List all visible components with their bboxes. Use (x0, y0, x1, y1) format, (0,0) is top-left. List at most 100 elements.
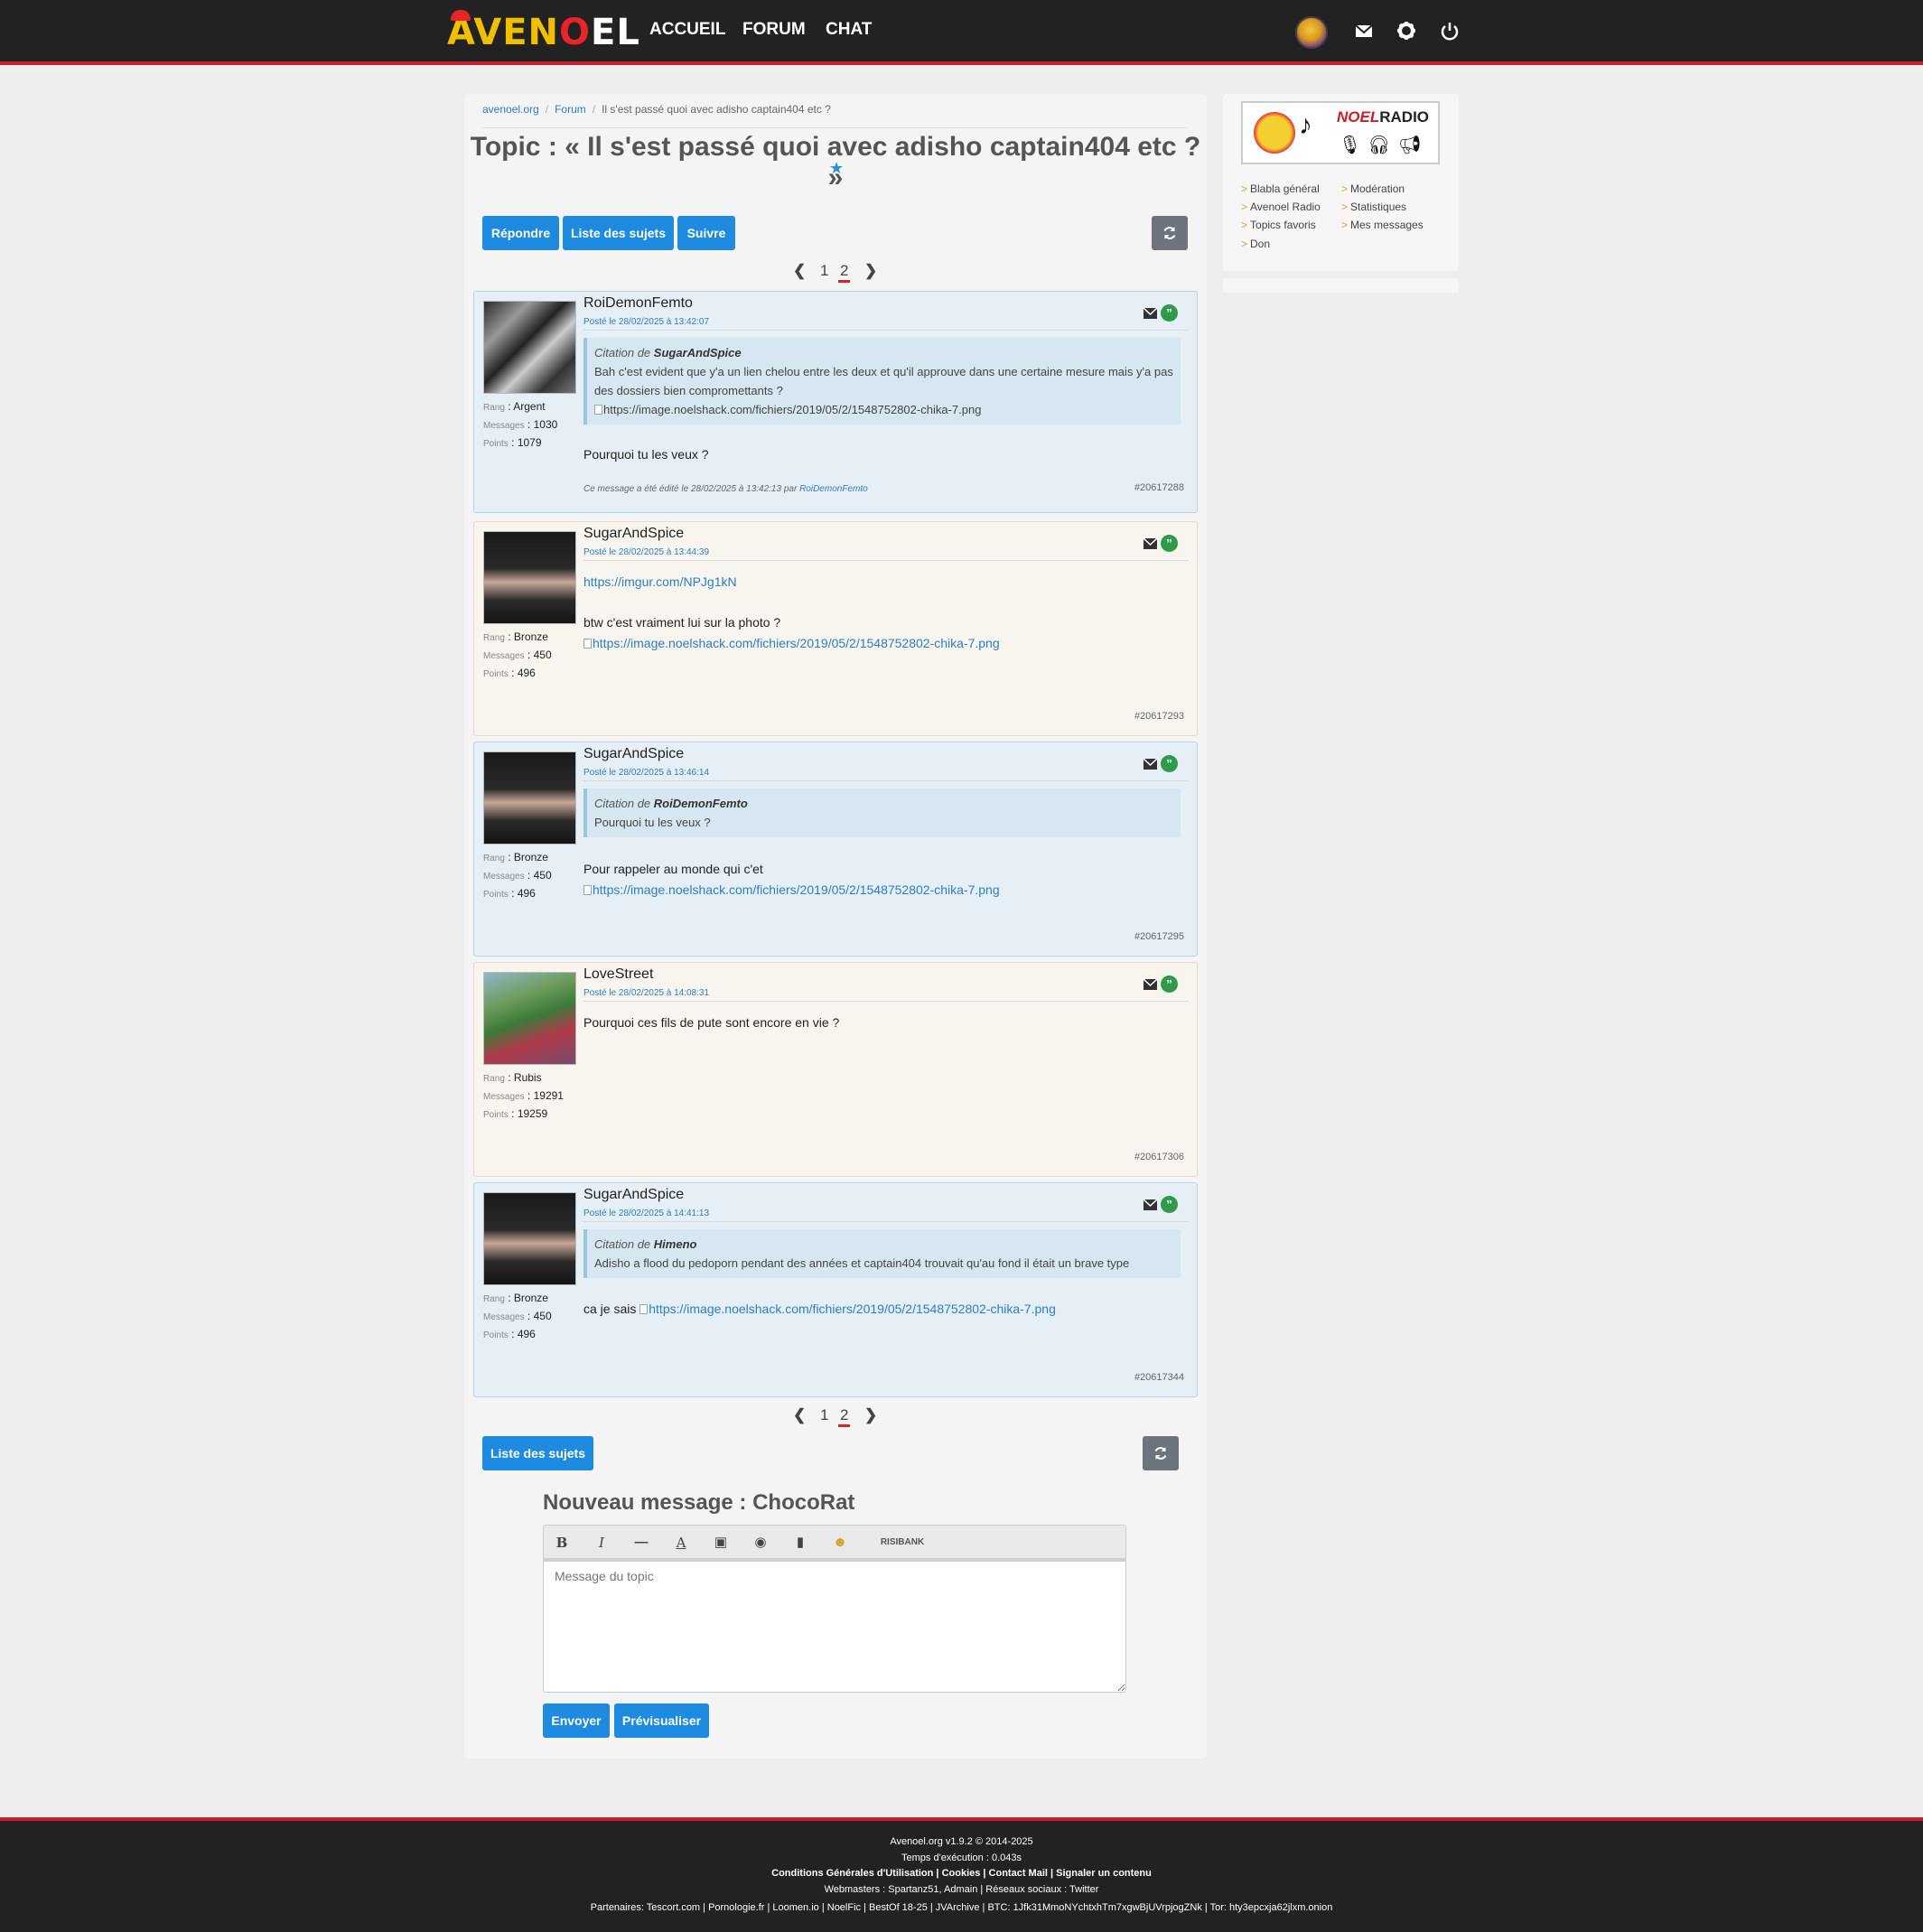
post-author[interactable]: SugarAndSpice (583, 1187, 684, 1203)
refresh-button-bottom[interactable] (1143, 1436, 1179, 1470)
sidebar-link-blabla[interactable]: > Blabla général (1241, 182, 1320, 195)
avatar[interactable] (483, 301, 576, 394)
private-message-icon[interactable] (1144, 308, 1157, 319)
divider (583, 330, 1189, 331)
user-avatar[interactable] (1295, 16, 1328, 49)
edited-by-link[interactable]: RoiDemonFemto (799, 484, 868, 494)
post-date[interactable]: Posté le 28/02/2025 à 14:41:13 (583, 1209, 709, 1218)
private-message-icon[interactable] (1144, 538, 1157, 549)
private-message-icon[interactable] (1144, 979, 1157, 990)
quote-button-icon[interactable]: ” (1161, 535, 1178, 552)
avatar[interactable] (483, 531, 576, 624)
footer-partners[interactable]: Partenaires: Tescort.com | Pornologie.fr… (0, 1902, 1923, 1913)
quote-button-icon[interactable]: ” (1161, 304, 1178, 322)
user-meta: Rang : Bronze Messages : 450 Points : 49… (483, 851, 552, 900)
post-id[interactable]: #20617288 (1134, 482, 1184, 493)
follow-button[interactable]: Suivre (677, 216, 735, 250)
post-id[interactable]: #20617344 (1134, 1372, 1184, 1383)
prev-page-icon[interactable]: ❮ (793, 1406, 806, 1424)
post-image[interactable]: https://image.noelshack.com/fichiers/201… (583, 882, 1000, 897)
post-body: btw c'est vraiment lui sur la photo ? (583, 615, 781, 630)
post-date[interactable]: Posté le 28/02/2025 à 14:08:31 (583, 988, 709, 998)
post-date[interactable]: Posté le 28/02/2025 à 13:44:39 (583, 547, 709, 557)
image-icon[interactable]: ▣ (712, 1534, 730, 1552)
footer-webmasters[interactable]: Webmasters : Spartanz51, Admain | Réseau… (0, 1884, 1923, 1895)
poll-chart-icon[interactable]: ▮ (791, 1534, 809, 1552)
user-points: 496 (517, 667, 536, 679)
refresh-icon (1154, 1447, 1167, 1460)
message-textarea[interactable] (543, 1559, 1126, 1693)
nav-accueil[interactable]: ACCUEIL (649, 20, 725, 40)
post-id[interactable]: #20617295 (1134, 931, 1184, 942)
gear-icon[interactable] (1392, 16, 1421, 45)
sidebar-link-radio[interactable]: > Avenoel Radio (1241, 201, 1321, 213)
reply-button[interactable]: Répondre (482, 216, 559, 250)
post-author[interactable]: RoiDemonFemto (583, 295, 693, 312)
quote-button-icon[interactable]: ” (1161, 755, 1178, 772)
post-body: Pourquoi tu les veux ? (583, 447, 709, 462)
breadcrumb-home[interactable]: avenoel.org (482, 103, 539, 116)
avatar[interactable] (483, 1192, 576, 1285)
user-meta: Rang : Rubis Messages : 19291 Points : 1… (483, 1071, 564, 1120)
send-button[interactable]: Envoyer (543, 1703, 610, 1738)
nav-chat[interactable]: CHAT (826, 20, 872, 40)
mail-icon[interactable] (1349, 16, 1378, 45)
post-link[interactable]: https://imgur.com/NPJg1kN (583, 574, 737, 589)
smiley-icon[interactable]: ☻ (831, 1534, 849, 1552)
sidebar-link-favorites[interactable]: > Topics favoris (1241, 219, 1316, 231)
risibank-icon[interactable]: RISIBANK (871, 1534, 934, 1552)
next-page-icon[interactable]: ❯ (864, 1406, 877, 1424)
edited-note: Ce message a été édité le 28/02/2025 à 1… (583, 484, 868, 494)
nav-forum[interactable]: FORUM (742, 20, 806, 40)
spoiler-icon[interactable]: ◉ (751, 1534, 770, 1552)
next-page-icon[interactable]: ❯ (864, 262, 877, 280)
post-body-with-image: ca je sais https://image.noelshack.com/f… (583, 1302, 1056, 1316)
quote-button-icon[interactable]: ” (1161, 975, 1178, 993)
bold-icon[interactable]: B (553, 1534, 571, 1552)
post-image[interactable]: https://image.noelshack.com/fichiers/201… (639, 1302, 1056, 1316)
strike-icon[interactable]: — (632, 1534, 650, 1552)
post-body: ca je sais (583, 1302, 637, 1316)
footer: Avenoel.org v1.9.2 © 2014-2025 Temps d'e… (0, 1817, 1923, 1932)
page-link-1[interactable]: 1 (820, 1406, 828, 1424)
sidebar-link-don[interactable]: > Don (1241, 238, 1270, 250)
broken-image-icon (583, 639, 592, 649)
post-image[interactable]: https://image.noelshack.com/fichiers/201… (583, 636, 1000, 650)
site-logo[interactable]: AVENOEL (447, 10, 639, 52)
quote-image-alt[interactable]: https://image.noelshack.com/fichiers/201… (603, 403, 981, 416)
user-points: 496 (517, 887, 536, 900)
refresh-button[interactable] (1152, 216, 1188, 250)
sidebar-link-stats[interactable]: > Statistiques (1341, 201, 1406, 213)
post-author[interactable]: LoveStreet (583, 966, 653, 983)
preview-button[interactable]: Prévisualiser (614, 1703, 709, 1738)
footer-legal-links[interactable]: Conditions Générales d'Utilisation | Coo… (0, 1868, 1923, 1879)
post-date[interactable]: Posté le 28/02/2025 à 13:42:07 (583, 317, 709, 327)
quote-author: Himeno (653, 1237, 697, 1251)
post: Rang : Rubis Messages : 19291 Points : 1… (473, 962, 1198, 1177)
avatar[interactable] (483, 972, 576, 1065)
post-body: Pourquoi ces fils de pute sont encore en… (583, 1015, 840, 1030)
post-author[interactable]: SugarAndSpice (583, 746, 684, 762)
private-message-icon[interactable] (1144, 759, 1157, 770)
quote-button-icon[interactable]: ” (1161, 1196, 1178, 1213)
breadcrumb-forum[interactable]: Forum (555, 103, 586, 116)
power-icon[interactable] (1435, 16, 1464, 45)
topic-list-button-bottom[interactable]: Liste des sujets (482, 1436, 593, 1470)
post-date[interactable]: Posté le 28/02/2025 à 13:46:14 (583, 768, 709, 778)
private-message-icon[interactable] (1144, 1199, 1157, 1210)
topic-list-button[interactable]: Liste des sujets (563, 216, 674, 250)
sidebar-link-messages[interactable]: > Mes messages (1341, 219, 1424, 231)
page-link-1[interactable]: 1 (820, 262, 828, 280)
smiley-logo-icon (1254, 112, 1295, 154)
favorite-star-icon[interactable]: ★ (829, 159, 844, 178)
noelradio-banner[interactable]: ♪ NOELRADIO 🎙︎ 🎧︎ 📢︎ (1241, 101, 1440, 164)
avatar[interactable] (483, 751, 576, 845)
post-author[interactable]: SugarAndSpice (583, 526, 684, 542)
sidebar-link-moderation[interactable]: > Modération (1341, 182, 1405, 195)
italic-icon[interactable]: I (593, 1534, 611, 1552)
post-id[interactable]: #20617306 (1134, 1152, 1184, 1162)
prev-page-icon[interactable]: ❮ (793, 262, 806, 280)
sidebar: ♪ NOELRADIO 🎙︎ 🎧︎ 📢︎ > Blabla général > Mo… (1223, 94, 1459, 271)
text-color-icon[interactable]: A (672, 1534, 690, 1552)
post-id[interactable]: #20617293 (1134, 711, 1184, 722)
